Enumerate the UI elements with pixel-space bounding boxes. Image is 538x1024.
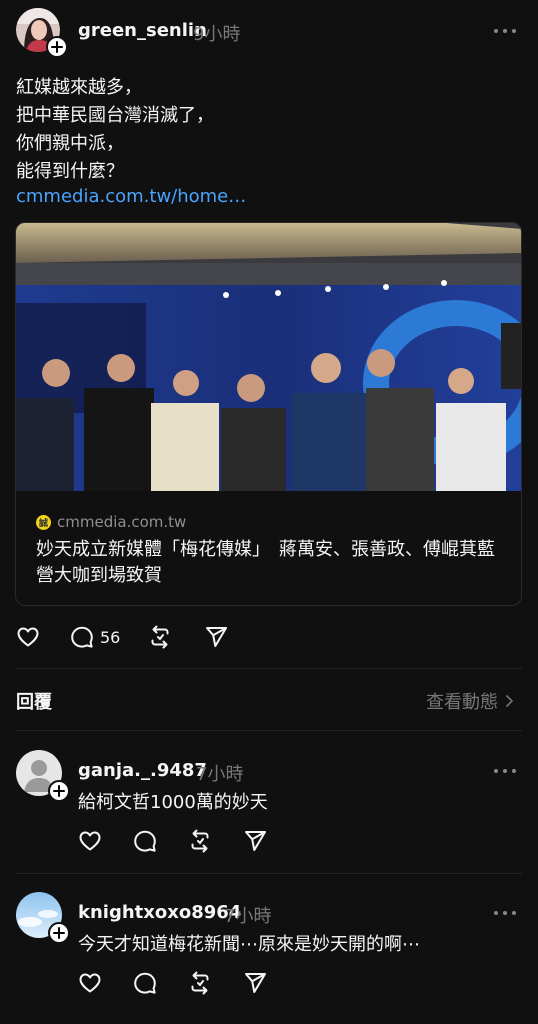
comment-item: knightxoxo8964 7小時 今天才知道梅花新聞⋯原來是妙天開的啊⋯: [0, 892, 538, 1022]
share-button[interactable]: [243, 828, 267, 854]
comment-count: 56: [100, 627, 121, 647]
heart-icon: [17, 627, 39, 647]
repost-button[interactable]: [188, 970, 212, 996]
view-activity-label: 查看動態: [426, 692, 498, 713]
link-preview-image: [16, 223, 521, 491]
heart-icon: [79, 973, 101, 993]
more-options-icon[interactable]: [494, 22, 516, 40]
comment-timestamp: 7小時: [196, 764, 244, 785]
post-username[interactable]: green_senlin: [78, 20, 207, 41]
card-domain: cmmedia.com.tw: [57, 513, 187, 531]
comment-username[interactable]: knightxoxo8964: [78, 902, 241, 923]
repost-icon: [191, 971, 209, 995]
repost-icon: [151, 625, 169, 649]
comment-button[interactable]: 56: [70, 624, 120, 650]
author-avatar[interactable]: [16, 8, 68, 58]
more-options-icon[interactable]: [494, 762, 516, 780]
repost-icon: [191, 829, 209, 853]
post-text-line: 紅媒越來越多，: [16, 77, 142, 98]
repost-button[interactable]: [188, 828, 212, 854]
comment-icon: [134, 972, 156, 994]
send-icon: [206, 627, 227, 647]
like-button[interactable]: [16, 624, 40, 650]
post-text-line: 能得到什麼？: [16, 161, 124, 182]
follow-plus-icon[interactable]: [46, 36, 68, 58]
repost-button[interactable]: [148, 624, 172, 650]
comment-text: 今天才知道梅花新聞⋯原來是妙天開的啊⋯: [78, 934, 420, 955]
post-header: green_senlin 9小時: [0, 0, 538, 62]
comment-text: 給柯文哲1000萬的妙天: [78, 792, 268, 813]
post-timestamp: 9小時: [193, 24, 241, 45]
send-icon: [245, 831, 266, 851]
commenter-avatar[interactable]: [16, 750, 70, 802]
site-favicon-icon: 誠: [36, 514, 51, 530]
follow-plus-icon[interactable]: [48, 780, 70, 802]
post-text: 紅媒越來越多， 把中華民國台灣消滅了， 你們親中派， 能得到什麼？: [16, 74, 516, 186]
comment-button[interactable]: [133, 970, 157, 996]
comment-icon: [134, 830, 156, 852]
post-text-line: 你們親中派，: [16, 133, 124, 154]
card-title[interactable]: 妙天成立新媒體「梅花傳媒」 蔣萬安、張善政、傅崐萁藍營大咖到場致賀: [36, 537, 506, 589]
send-icon: [245, 973, 266, 993]
post-link[interactable]: cmmedia.com.tw/home…: [16, 186, 246, 207]
divider: [16, 873, 522, 874]
like-button[interactable]: [78, 828, 102, 854]
post-text-line: 把中華民國台灣消滅了，: [16, 105, 214, 126]
comment-actions: [78, 970, 298, 996]
comment-icon: [71, 626, 93, 648]
chevron-right-icon: [506, 695, 514, 707]
divider: [16, 668, 522, 669]
post-actions: 56: [16, 624, 316, 652]
share-button[interactable]: [243, 970, 267, 996]
comment-button[interactable]: [133, 828, 157, 854]
link-preview-card[interactable]: 誠 cmmedia.com.tw 妙天成立新媒體「梅花傳媒」 蔣萬安、張善政、傅…: [15, 222, 522, 606]
more-options-icon[interactable]: [494, 904, 516, 922]
comment-timestamp: 7小時: [224, 906, 272, 927]
comment-actions: [78, 828, 298, 854]
view-activity-link[interactable]: 查看動態: [426, 688, 516, 714]
replies-title: 回覆: [16, 692, 52, 713]
commenter-avatar[interactable]: [16, 892, 70, 944]
comment-item: ganja._.9487 7小時 給柯文哲1000萬的妙天: [0, 750, 538, 880]
card-domain-row: 誠 cmmedia.com.tw: [36, 513, 186, 531]
follow-plus-icon[interactable]: [48, 922, 70, 944]
heart-icon: [79, 831, 101, 851]
share-button[interactable]: [204, 624, 228, 650]
like-button[interactable]: [78, 970, 102, 996]
comment-username[interactable]: ganja._.9487: [78, 760, 207, 781]
divider: [16, 730, 522, 731]
